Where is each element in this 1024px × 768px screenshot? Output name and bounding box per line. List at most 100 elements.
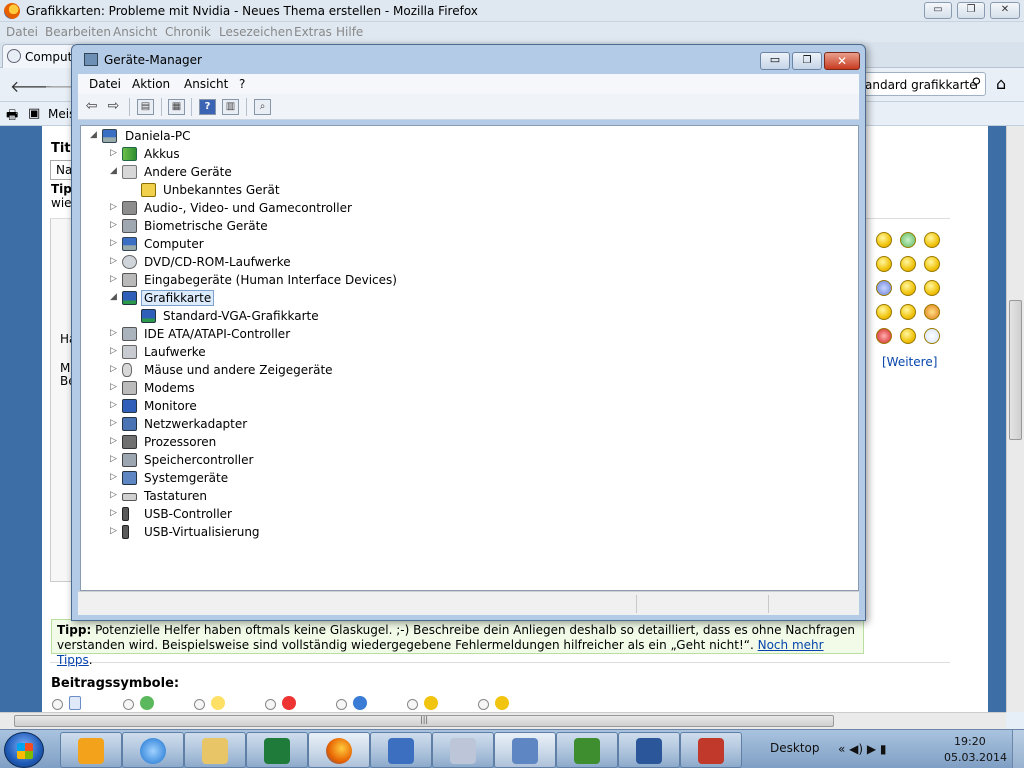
taskbar-excel[interactable] <box>246 732 308 768</box>
smiley-crying-icon[interactable] <box>924 328 940 344</box>
smiley-wink-icon[interactable] <box>876 256 892 272</box>
clock-date[interactable]: 05.03.2014 <box>944 751 1007 764</box>
tree-node[interactable]: ▷ Akkus <box>81 146 581 164</box>
firefox-restore-button[interactable]: ❐ <box>957 2 985 19</box>
expand-arrow-icon[interactable]: ▷ <box>110 400 120 410</box>
smiley-smile-icon[interactable] <box>924 232 940 248</box>
scrollbar-thumb[interactable] <box>1009 300 1022 440</box>
tab-computer[interactable]: Compute <box>2 44 80 68</box>
tree-node[interactable]: Standard-VGA-Grafikkarte <box>81 308 581 326</box>
dm-close-button[interactable]: ✕ <box>824 52 860 70</box>
tree-node[interactable]: ▷ Speichercontroller <box>81 452 581 470</box>
smiley-sad-icon[interactable] <box>924 280 940 296</box>
scan-hardware-icon[interactable]: ⌕ <box>254 99 271 115</box>
properties-icon[interactable]: ▦ <box>168 99 185 115</box>
smiley-shocked-icon[interactable] <box>900 328 916 344</box>
collapse-arrow-icon[interactable]: ◢ <box>90 130 100 140</box>
post-symbol-radio[interactable] <box>52 699 63 710</box>
search-input[interactable]: andard grafikkarte ⚲ <box>862 72 986 96</box>
tree-node[interactable]: Unbekanntes Gerät <box>81 182 581 200</box>
smiley-devil-icon[interactable] <box>924 304 940 320</box>
expand-arrow-icon[interactable]: ▷ <box>110 346 120 356</box>
post-symbol-radio[interactable] <box>123 699 134 710</box>
forward-arrow-icon[interactable]: ⇨ <box>105 99 122 115</box>
expand-arrow-icon[interactable]: ▷ <box>110 148 120 158</box>
expand-arrow-icon[interactable]: ▷ <box>110 508 120 518</box>
tree-node[interactable]: ▷ DVD/CD-ROM-Laufwerke <box>81 254 581 272</box>
tree-node[interactable]: ▷ USB-Virtualisierung <box>81 524 581 542</box>
page-horizontal-scrollbar[interactable]: ||| <box>0 712 1006 729</box>
console-tree-icon[interactable]: ▤ <box>137 99 154 115</box>
back-arrow-icon[interactable]: ⇦ <box>83 99 100 115</box>
collapse-arrow-icon[interactable]: ◢ <box>110 292 120 302</box>
firefox-minimize-button[interactable]: ▭ <box>924 2 952 19</box>
dm-minimize-button[interactable]: ▭ <box>760 52 790 70</box>
taskbar-word[interactable] <box>618 732 680 768</box>
tree-node[interactable]: ▷ Tastaturen <box>81 488 581 506</box>
menu-hilfe[interactable]: Hilfe <box>336 25 363 39</box>
tree-node[interactable]: ◢ Grafikkarte <box>81 290 581 308</box>
smiley-confused-icon[interactable] <box>900 304 916 320</box>
expand-arrow-icon[interactable]: ▷ <box>110 256 120 266</box>
tree-node[interactable]: ▷ IDE ATA/ATAPI-Controller <box>81 326 581 344</box>
tree-node[interactable]: ▷ Prozessoren <box>81 434 581 452</box>
menu-lesezeichen[interactable]: Lesezeichen <box>219 25 293 39</box>
taskbar-ie[interactable] <box>122 732 184 768</box>
expand-arrow-icon[interactable]: ▷ <box>110 220 120 230</box>
taskbar-app[interactable] <box>370 732 432 768</box>
expand-arrow-icon[interactable]: ▷ <box>110 364 120 374</box>
smiley-laugh-icon[interactable] <box>876 280 892 296</box>
post-symbol-radio[interactable] <box>478 699 489 710</box>
dm-menu-datei[interactable]: Datei <box>89 77 121 91</box>
home-icon[interactable]: ⌂ <box>996 74 1006 93</box>
smiley-cool-icon[interactable] <box>924 256 940 272</box>
expand-arrow-icon[interactable]: ▷ <box>110 274 120 284</box>
expand-arrow-icon[interactable]: ▷ <box>110 328 120 338</box>
tree-node[interactable]: ▷ Audio-, Video- und Gamecontroller <box>81 200 581 218</box>
tree-node[interactable]: ▷ USB-Controller <box>81 506 581 524</box>
dm-menu-ansicht[interactable]: Ansicht <box>184 77 228 91</box>
post-symbol-radio[interactable] <box>194 699 205 710</box>
smiley-neutral-icon[interactable] <box>900 256 916 272</box>
firefox-close-button[interactable]: ✕ <box>990 2 1020 19</box>
taskbar-minecraft[interactable] <box>556 732 618 768</box>
search-icon[interactable]: ⚲ <box>971 76 981 91</box>
expand-arrow-icon[interactable]: ▷ <box>110 454 120 464</box>
expand-arrow-icon[interactable]: ▷ <box>110 418 120 428</box>
dm-menu-aktion[interactable]: Aktion <box>132 77 170 91</box>
tree-node[interactable]: ▷ Laufwerke <box>81 344 581 362</box>
show-desktop-button[interactable] <box>1012 730 1024 768</box>
tree-node[interactable]: ◢ Andere Geräte <box>81 164 581 182</box>
post-symbol-radio[interactable] <box>336 699 347 710</box>
tree-node[interactable]: ▷ Eingabegeräte (Human Interface Devices) <box>81 272 581 290</box>
help-icon[interactable]: ? <box>199 99 216 115</box>
smiley-surprised-icon[interactable] <box>900 280 916 296</box>
tree-node[interactable]: ▷ Monitore <box>81 398 581 416</box>
tree-node[interactable]: ▷ Biometrische Geräte <box>81 218 581 236</box>
expand-arrow-icon[interactable]: ▷ <box>110 202 120 212</box>
clock-time[interactable]: 19:20 <box>954 735 986 748</box>
action-pane-icon[interactable]: ▥ <box>222 99 239 115</box>
expand-arrow-icon[interactable]: ▷ <box>110 472 120 482</box>
taskbar-explorer[interactable] <box>184 732 246 768</box>
tree-node[interactable]: ▷ Mäuse und andere Zeigegeräte <box>81 362 581 380</box>
smiley-tongue-icon[interactable] <box>876 304 892 320</box>
expand-arrow-icon[interactable]: ▷ <box>110 490 120 500</box>
print-icon[interactable]: 🖶 <box>6 106 18 128</box>
post-symbol-radio[interactable] <box>407 699 418 710</box>
expand-arrow-icon[interactable]: ▷ <box>110 526 120 536</box>
smiley-grin-icon[interactable] <box>900 232 916 248</box>
tree-node[interactable]: ▷ Computer <box>81 236 581 254</box>
start-button[interactable] <box>4 732 44 768</box>
desktop-toolbar-label[interactable]: Desktop <box>770 741 820 755</box>
menu-chronik[interactable]: Chronik <box>165 25 211 39</box>
tree-root[interactable]: ◢ Daniela-PC <box>81 128 381 146</box>
expand-arrow-icon[interactable]: ▷ <box>110 436 120 446</box>
tree-node[interactable]: ▷ Systemgeräte <box>81 470 581 488</box>
dm-maximize-button[interactable]: ❐ <box>792 52 822 70</box>
taskbar-outlook[interactable] <box>60 732 122 768</box>
page-vertical-scrollbar[interactable] <box>1006 126 1024 712</box>
taskbar-device-manager[interactable] <box>494 732 556 768</box>
tree-node[interactable]: ▷ Netzwerkadapter <box>81 416 581 434</box>
more-smileys-link[interactable]: [Weitere] <box>882 355 937 369</box>
